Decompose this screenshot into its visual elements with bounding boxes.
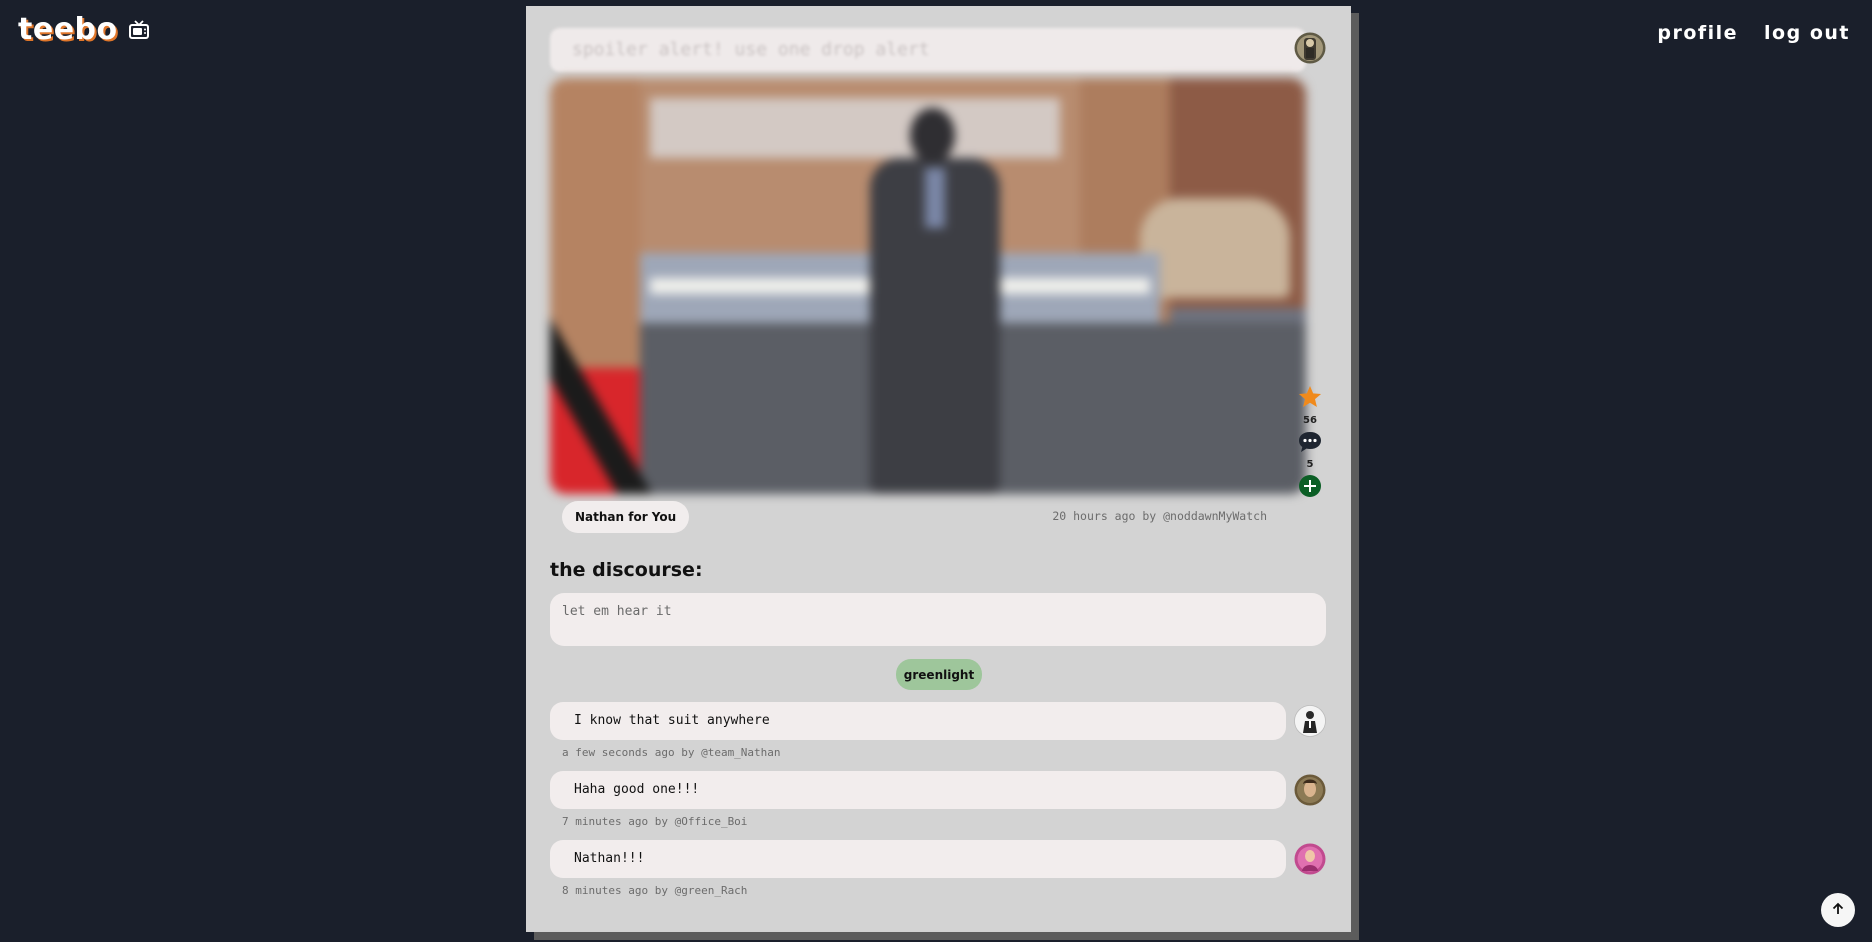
- comment-count: 5: [1306, 459, 1314, 470]
- comment-item: Nathan!!! 8 minutes ago by @green_Rach: [550, 840, 1326, 909]
- comment-bubble-icon[interactable]: [1297, 430, 1323, 458]
- comment-text: Nathan!!!: [550, 840, 1286, 878]
- comment-input[interactable]: [550, 593, 1326, 646]
- comment-meta: 8 minutes ago by @green_Rach: [562, 884, 748, 897]
- logout-link[interactable]: log out: [1764, 22, 1850, 44]
- comment-avatar[interactable]: [1294, 705, 1326, 737]
- top-nav: profile log out: [1657, 22, 1850, 44]
- comment-item: Haha good one!!! 7 minutes ago by @Offic…: [550, 771, 1326, 840]
- show-tag[interactable]: Nathan for You: [562, 501, 690, 533]
- star-icon[interactable]: [1297, 384, 1323, 414]
- arrow-up-icon: [1831, 901, 1845, 920]
- post-image[interactable]: [550, 78, 1306, 494]
- poster-avatar[interactable]: [1294, 32, 1326, 64]
- comment-meta: a few seconds ago by @team_Nathan: [562, 746, 781, 759]
- comment-item: I know that suit anywhere a few seconds …: [550, 702, 1326, 771]
- star-count: 56: [1303, 415, 1317, 426]
- logo-text: teebo: [18, 12, 118, 47]
- greenlight-button[interactable]: greenlight: [896, 659, 982, 690]
- comment-text: Haha good one!!!: [550, 771, 1286, 809]
- logo[interactable]: teebo: [18, 12, 150, 47]
- comment-meta: 7 minutes ago by @Office_Boi: [562, 815, 748, 828]
- post-actions: 56 5: [1294, 384, 1326, 502]
- tv-icon: [128, 19, 150, 41]
- post-meta: 20 hours ago by @noddawnMyWatch: [1052, 509, 1267, 523]
- post-title-blurred: spoiler alert! use one drop alert: [550, 28, 1306, 72]
- plus-circle-icon[interactable]: [1298, 474, 1322, 502]
- comment-avatar[interactable]: [1294, 843, 1326, 875]
- comments-list: I know that suit anywhere a few seconds …: [550, 702, 1326, 909]
- scroll-to-top-button[interactable]: [1821, 893, 1855, 927]
- comment-avatar[interactable]: [1294, 774, 1326, 806]
- post-card: spoiler alert! use one drop alert 56 5 N…: [526, 6, 1351, 932]
- discourse-heading: the discourse:: [550, 559, 703, 581]
- profile-link[interactable]: profile: [1657, 22, 1738, 44]
- comment-text: I know that suit anywhere: [550, 702, 1286, 740]
